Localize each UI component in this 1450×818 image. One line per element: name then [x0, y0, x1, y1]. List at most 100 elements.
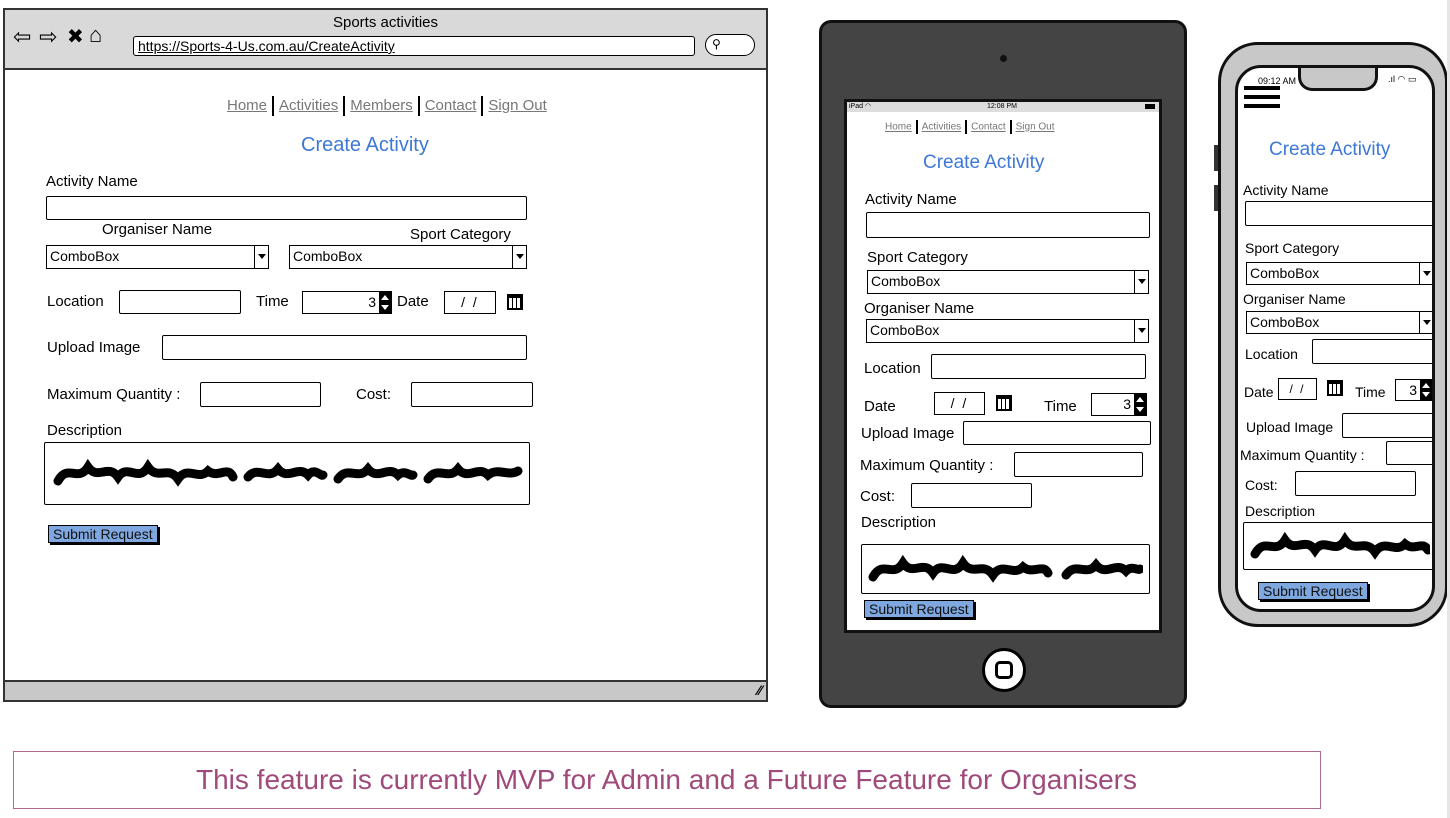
url-bar[interactable]: https://Sports-4-Us.com.au/CreateActivit…	[133, 36, 695, 56]
placeholder-scribble	[53, 458, 523, 487]
sport-category-combobox-value: ComboBox	[1250, 265, 1320, 281]
max-quantity-label: Maximum Quantity :	[860, 457, 994, 474]
location-input[interactable]	[1312, 339, 1432, 364]
max-quantity-input[interactable]	[1386, 441, 1432, 465]
nav-home[interactable]: Home	[885, 122, 912, 133]
time-stepper[interactable]: 3	[1395, 379, 1432, 401]
description-textarea[interactable]	[1243, 522, 1432, 570]
upload-image-label: Upload Image	[861, 425, 955, 442]
spinner-arrows-icon[interactable]	[1134, 394, 1146, 415]
activity-name-label: Activity Name	[865, 191, 957, 208]
search-icon: ⚲	[712, 37, 721, 51]
nav-members[interactable]: Members	[350, 97, 413, 114]
cost-input[interactable]	[1295, 471, 1416, 496]
nav-signout[interactable]: Sign Out	[1016, 122, 1055, 133]
nav-divider	[481, 96, 484, 117]
nav-contact[interactable]: Contact	[971, 122, 1005, 133]
submit-request-button[interactable]: Submit Request	[1258, 582, 1368, 600]
hamburger-menu-icon[interactable]	[1244, 86, 1280, 108]
close-icon[interactable]: ✖	[67, 26, 84, 48]
battery-icon	[1145, 104, 1155, 109]
feature-note-text: This feature is currently MVP for Admin …	[196, 764, 1137, 795]
time-stepper[interactable]: 3	[1091, 393, 1147, 416]
tablet-screen: iPad ◠ 12:08 PM Home Activities Contact Sig…	[844, 99, 1162, 633]
signal-icon: .ıl ◠ ▭	[1388, 74, 1417, 84]
date-value: / /	[950, 395, 969, 411]
calendar-icon[interactable]	[996, 395, 1012, 411]
nav-contact[interactable]: Contact	[425, 97, 477, 114]
max-quantity-input[interactable]	[1014, 452, 1143, 477]
activity-name-input[interactable]	[866, 212, 1150, 238]
page-title: Create Activity	[923, 152, 1045, 173]
upload-image-input[interactable]	[1342, 413, 1432, 438]
tablet-nav: Home Activities Contact Sign Out	[885, 120, 1055, 135]
tablet-status-carrier: iPad	[849, 103, 864, 110]
nav-activities[interactable]: Activities	[922, 122, 961, 133]
phone-side-button	[1214, 145, 1218, 171]
date-input[interactable]: / /	[1278, 378, 1317, 400]
organiser-combobox[interactable]: ComboBox	[46, 245, 269, 269]
calendar-icon[interactable]	[507, 294, 523, 310]
url-text: https://Sports-4-Us.com.au/CreateActivit…	[138, 38, 395, 54]
nav-divider	[965, 120, 968, 134]
time-stepper[interactable]: 3	[302, 291, 392, 314]
cost-input[interactable]	[911, 483, 1032, 508]
calendar-icon[interactable]	[1327, 380, 1343, 396]
tablet-status-bar: iPad ◠ 12:08 PM	[847, 102, 1159, 112]
description-label: Description	[861, 514, 937, 531]
chevron-down-icon[interactable]	[512, 246, 526, 268]
home-square-icon	[995, 661, 1013, 679]
organiser-name-label: Organiser Name	[864, 300, 975, 317]
date-input[interactable]: / /	[444, 291, 496, 314]
nav-home[interactable]: Home	[227, 97, 267, 114]
description-textarea[interactable]	[861, 544, 1150, 594]
activity-name-label: Activity Name	[46, 173, 138, 190]
chevron-down-icon[interactable]	[1419, 263, 1432, 284]
browser-status-bar: ⁄⁄	[5, 680, 766, 700]
home-icon[interactable]: ⌂	[89, 24, 102, 46]
organiser-combobox[interactable]: ComboBox	[1246, 311, 1432, 334]
resize-grip-icon[interactable]: ⁄⁄	[757, 682, 762, 698]
max-quantity-input[interactable]	[200, 382, 321, 407]
nav-signout[interactable]: Sign Out	[488, 97, 546, 114]
description-textarea[interactable]	[44, 442, 530, 505]
activity-name-input[interactable]	[1245, 201, 1432, 226]
browser-toolbar: Sports activities ⇦ ⇨ ✖ ⌂ https://Sports…	[5, 10, 766, 70]
sport-category-combobox-value: ComboBox	[871, 273, 941, 289]
nav-activities[interactable]: Activities	[279, 97, 338, 114]
spinner-arrows-icon[interactable]	[1420, 380, 1432, 400]
submit-request-button[interactable]: Submit Request	[48, 525, 158, 543]
organiser-combobox[interactable]: ComboBox	[866, 319, 1149, 343]
activity-name-input[interactable]	[46, 196, 527, 220]
time-label: Time	[1044, 398, 1077, 415]
sport-category-combobox[interactable]: ComboBox	[289, 245, 527, 269]
sport-category-combobox[interactable]: ComboBox	[1246, 262, 1432, 285]
chevron-down-icon[interactable]	[254, 246, 268, 268]
location-input[interactable]	[931, 354, 1146, 379]
home-button[interactable]	[982, 648, 1026, 692]
menu-line	[1244, 86, 1280, 90]
cost-input[interactable]	[411, 382, 533, 407]
upload-image-input[interactable]	[963, 421, 1151, 445]
submit-request-button[interactable]: Submit Request	[864, 600, 974, 618]
time-value: 3	[1123, 396, 1131, 412]
cost-label: Cost:	[1245, 477, 1278, 493]
upload-image-input[interactable]	[162, 335, 527, 360]
chevron-down-icon[interactable]	[1134, 271, 1148, 293]
back-icon[interactable]: ⇦	[13, 26, 31, 48]
chevron-down-icon[interactable]	[1419, 312, 1432, 333]
organiser-combobox-value: ComboBox	[1250, 314, 1320, 330]
cost-label: Cost:	[860, 488, 896, 505]
date-input[interactable]: / /	[934, 392, 985, 415]
nav-divider	[272, 96, 275, 117]
location-input[interactable]	[119, 290, 241, 314]
phone-notch	[1298, 68, 1378, 91]
forward-icon[interactable]: ⇨	[39, 26, 57, 48]
sport-category-combobox[interactable]: ComboBox	[867, 270, 1149, 294]
organiser-combobox-value: ComboBox	[50, 248, 120, 264]
tablet-status-time: 12:08 PM	[987, 103, 1017, 110]
search-button[interactable]: ⚲	[705, 34, 755, 56]
chevron-down-icon[interactable]	[1134, 320, 1148, 342]
wifi-icon: ◠	[865, 103, 872, 110]
spinner-arrows-icon[interactable]	[379, 292, 391, 313]
